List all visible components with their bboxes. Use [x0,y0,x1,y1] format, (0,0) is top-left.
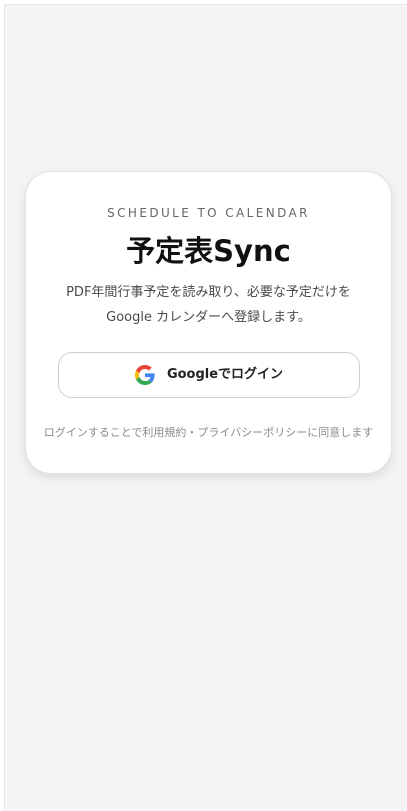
terms-notice: ログインすることで利用規約・プライバシーポリシーに同意します [43,426,374,439]
google-g-icon [134,365,155,385]
google-login-label: Googleでログイン [166,367,284,382]
app-title: 予定表Sync [126,234,291,268]
google-login-button[interactable]: Googleでログイン [58,352,360,398]
login-card: SCHEDULE TO CALENDAR 予定表Sync PDF年間行事予定を読… [25,171,392,474]
description-line-1: PDF年間行事予定を読み取り、必要な予定だけを [66,285,351,300]
app-description: PDF年間行事予定を読み取り、必要な予定だけを Google カレンダーへ登録し… [50,280,367,330]
description-line-2: Google カレンダーへ登録します。 [106,310,311,325]
page-background: SCHEDULE TO CALENDAR 予定表Sync PDF年間行事予定を読… [4,4,407,811]
eyebrow-text: SCHEDULE TO CALENDAR [107,206,310,220]
